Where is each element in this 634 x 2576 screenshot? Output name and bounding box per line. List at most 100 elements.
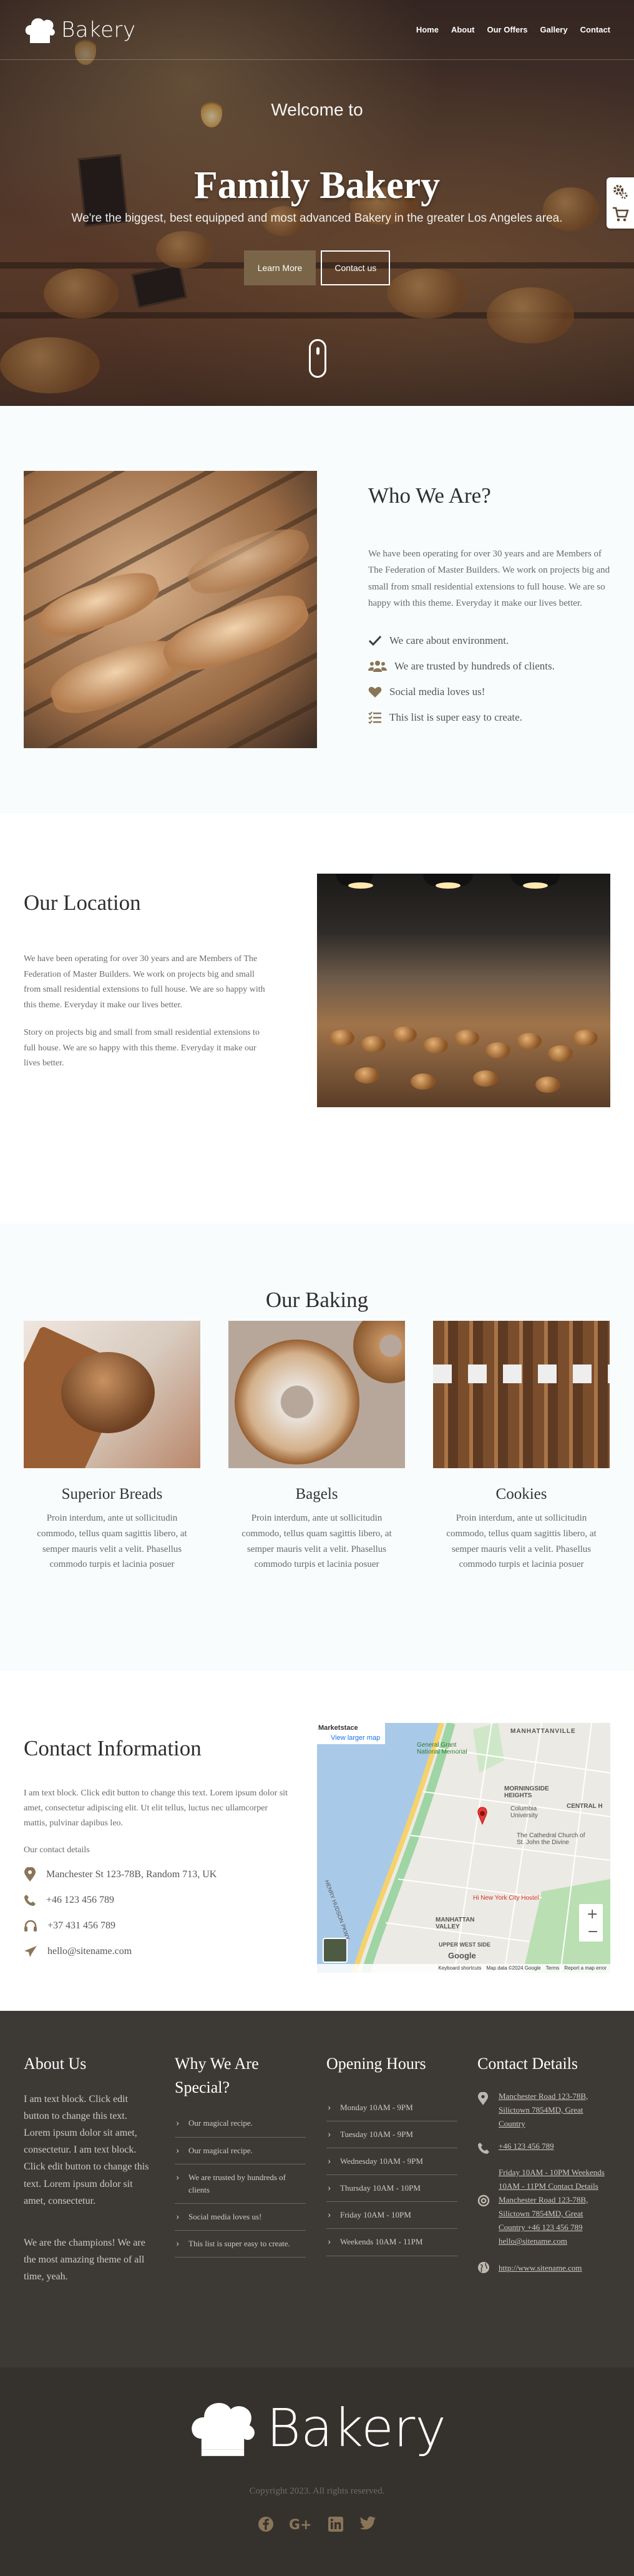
- learn-more-button[interactable]: Learn More: [243, 250, 316, 285]
- svg-text:+: +: [587, 1907, 598, 1922]
- nav-contact[interactable]: Contact: [580, 25, 610, 34]
- feature-text: This list is super easy to create.: [389, 711, 522, 723]
- facebook-icon[interactable]: [258, 2516, 274, 2535]
- bread-image: [24, 1321, 200, 1468]
- map-report-link[interactable]: Report a map error: [564, 1964, 607, 1973]
- chef-hat-icon: [192, 2402, 255, 2456]
- list-item: We are trusted by hundreds of clients: [175, 2164, 306, 2204]
- keyboard-shortcuts-link[interactable]: Keyboard shortcuts: [438, 1964, 481, 1973]
- nav-gallery[interactable]: Gallery: [540, 25, 568, 34]
- list-item: This list is super easy to create.: [368, 704, 615, 730]
- map-label: MORNINGSIDE HEIGHTS: [504, 1785, 549, 1799]
- feature-text: We care about environment.: [389, 634, 509, 646]
- baking-title: Our Baking: [265, 1288, 369, 1312]
- map-label: MANHATTANVILLE: [510, 1728, 576, 1735]
- map-place-card[interactable]: Marketstace View larger map: [317, 1723, 386, 1744]
- google-map[interactable]: + − Marketstace View larger map MANHATTA…: [317, 1723, 610, 1973]
- baking-card-title: Bagels: [295, 1486, 338, 1503]
- list-item: Thursday 10AM - 10PM: [326, 2175, 457, 2203]
- svg-text:−: −: [587, 1924, 598, 1940]
- contact-email[interactable]: hello@sitename.com: [47, 1946, 132, 1957]
- footer-logo[interactable]: Bakery: [0, 2397, 634, 2459]
- footer-contact: Contact Details Manchester Road 123-78B,…: [477, 2052, 610, 2276]
- our-location-section: Our Location We have been operating for …: [0, 813, 634, 1223]
- scroll-down-indicator[interactable]: [309, 339, 326, 378]
- who-we-are-text: Who We Are? We have been operating for o…: [368, 483, 615, 730]
- at-icon: [477, 2194, 490, 2207]
- map-terms-link[interactable]: Terms: [546, 1964, 560, 1973]
- who-we-are-image: [24, 471, 317, 748]
- contact-phone[interactable]: +46 123 456 789: [46, 1895, 114, 1906]
- view-larger-map-link[interactable]: View larger map: [318, 1734, 380, 1742]
- who-we-are-title: Who We Are?: [368, 483, 491, 508]
- map-label: UPPER WEST SIDE: [439, 1942, 491, 1948]
- baking-title-wrap: Our Baking: [0, 1288, 634, 1313]
- check-icon: [368, 635, 382, 646]
- twitter-icon[interactable]: [359, 2516, 376, 2535]
- gear-icon[interactable]: [612, 184, 628, 200]
- footer-phone-text[interactable]: +46 123 456 789: [499, 2139, 554, 2157]
- list-item: Friday 10AM - 10PM: [326, 2202, 457, 2229]
- footer-about-title: About Us: [24, 2055, 87, 2073]
- map-marker-icon: [477, 2091, 489, 2105]
- contact-phone-2[interactable]: +37 431 456 789: [47, 1920, 115, 1932]
- contact-title: Contact Information: [24, 1736, 202, 1760]
- list-item: Our magical recipe.: [175, 2110, 306, 2138]
- contact-details-label: Our contact details: [24, 1845, 90, 1855]
- map-label: General Grant National Memorial: [417, 1742, 467, 1755]
- list-item: Manchester St 123-78B, Random 713, UK: [24, 1862, 292, 1887]
- list-item: Social media loves us!: [175, 2204, 306, 2231]
- footer-contact-details-text[interactable]: Friday 10AM - 10PM Weekends 10AM - 11PM …: [499, 2166, 610, 2249]
- location-image: [317, 874, 610, 1107]
- list-item: +37 431 456 789: [24, 1913, 292, 1938]
- side-tools: [607, 177, 634, 229]
- baking-card: Superior Breads Proin interdum, ante ut …: [24, 1321, 200, 1572]
- map-canvas[interactable]: + −: [317, 1723, 610, 1973]
- footer-about-text: I am text block. Click edit button to ch…: [24, 2093, 149, 2206]
- list-item: Wednesday 10AM - 9PM: [326, 2148, 457, 2176]
- map-data-label: Map data ©2024 Google: [486, 1965, 541, 1971]
- baking-card-title: Cookies: [495, 1486, 547, 1503]
- nav-our-offers[interactable]: Our Offers: [487, 25, 528, 34]
- contact-paragraph: I am text block. Click edit button to ch…: [24, 1789, 288, 1828]
- copyright: Copyright 2023. All rights reserved.: [249, 2486, 385, 2496]
- footer-about-text-2: We are the champions! We are the most am…: [24, 2238, 145, 2282]
- chef-hat-icon: [25, 17, 55, 43]
- map-label: CENTRAL H: [567, 1803, 603, 1810]
- baking-card-text: Proin interdum, ante ut sollicitudin com…: [37, 1513, 187, 1570]
- footer-email: Friday 10AM - 10PM Weekends 10AM - 11PM …: [477, 2166, 610, 2249]
- feature-text: We are trusted by hundreds of clients.: [394, 659, 555, 672]
- map-label: MANHATTAN VALLEY: [436, 1917, 475, 1930]
- google-plus-icon[interactable]: G+: [289, 2516, 313, 2535]
- footer: About Us I am text block. Click edit but…: [0, 2011, 634, 2367]
- map-label: The Cathedral Church of St. John the Div…: [517, 1832, 585, 1846]
- headphones-icon: [24, 1920, 37, 1932]
- footer-logo-text: Bakery: [266, 2397, 447, 2459]
- linkedin-icon[interactable]: [328, 2516, 344, 2535]
- location-paragraph-1: We have been operating for over 30 years…: [24, 954, 265, 1010]
- cart-icon[interactable]: [612, 206, 629, 222]
- phone-icon: [478, 2142, 489, 2154]
- footer-phone: +46 123 456 789: [477, 2139, 610, 2157]
- hero-welcome: Welcome to: [271, 100, 363, 119]
- hero-title: Family Bakery: [193, 164, 441, 207]
- footer-why-title: Why We Are Special?: [175, 2055, 259, 2096]
- footer-address-text[interactable]: Manchester Road 123-78B, Silictown 7854M…: [499, 2090, 610, 2131]
- footer-contact-title: Contact Details: [477, 2055, 578, 2073]
- nav-about[interactable]: About: [451, 25, 475, 34]
- contact-list: Manchester St 123-78B, Random 713, UK +4…: [24, 1862, 292, 1964]
- nav-home[interactable]: Home: [416, 25, 439, 34]
- footer-hours: Opening Hours Monday 10AM - 9PM Tuesday …: [326, 2052, 457, 2256]
- logo[interactable]: Bakery: [24, 16, 136, 44]
- baking-card: Bagels Proin interdum, ante ut sollicitu…: [228, 1321, 405, 1572]
- feature-list: We care about environment. We are truste…: [368, 628, 615, 730]
- list-item: We care about environment.: [368, 628, 615, 653]
- contact-us-button[interactable]: Contact us: [321, 250, 391, 285]
- baking-card-text: Proin interdum, ante ut sollicitudin com…: [446, 1513, 597, 1570]
- footer-why: Why We Are Special? Our magical recipe. …: [175, 2052, 306, 2258]
- footer-website-link[interactable]: http://www.sitename.com: [499, 2261, 582, 2276]
- top-nav: Bakery Home About Our Offers Gallery Con…: [0, 0, 634, 60]
- paper-plane-icon: [24, 1945, 37, 1957]
- list-item: This list is super easy to create.: [175, 2231, 306, 2258]
- social-links: G+: [0, 2516, 634, 2535]
